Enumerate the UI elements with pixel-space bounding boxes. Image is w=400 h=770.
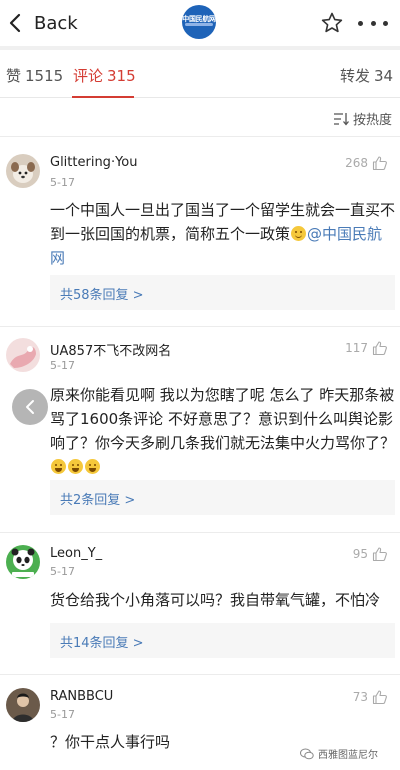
username[interactable]: Glittering·You	[50, 155, 137, 170]
tab-reposts-count: 34	[374, 67, 394, 85]
wechat-icon	[300, 748, 314, 759]
sort-button[interactable]: 按热度	[333, 109, 392, 128]
tab-comments-count: 315	[107, 67, 136, 85]
username[interactable]: RANBBCU	[50, 689, 113, 704]
thumbs-up-icon	[372, 690, 387, 705]
like-button[interactable]: 117	[345, 340, 388, 356]
replies-button[interactable]: 共58条回复 >	[50, 275, 395, 310]
tab-comments-label: 评论	[73, 67, 104, 85]
sort-label: 按热度	[353, 113, 393, 128]
comment-date: 5-17	[50, 708, 75, 721]
laugh-cry-emoji-icon	[85, 459, 100, 474]
comment-text: 一个中国人一旦出了国当了一个留学生就会一直买不到一张回国的机票，简称五个一政策 @…	[50, 198, 395, 270]
like-button[interactable]: 95	[353, 546, 388, 562]
tab-bar: 赞 1515 评论 315 转发 34	[0, 50, 400, 98]
divider	[0, 326, 400, 327]
replies-label: 共2条回复 >	[60, 493, 136, 508]
more-icon[interactable]	[358, 16, 388, 30]
avatar-image	[6, 688, 40, 722]
back-label: Back	[34, 12, 78, 34]
logo-band	[185, 23, 213, 26]
like-count: 95	[352, 547, 368, 561]
tab-comments[interactable]: 评论 315	[73, 65, 136, 86]
avatar[interactable]	[6, 338, 40, 372]
thumbs-up-icon	[372, 156, 387, 171]
like-button[interactable]: 73	[353, 689, 388, 705]
like-count: 268	[345, 156, 368, 170]
smile-emoji-icon	[291, 226, 307, 241]
like-count: 117	[345, 341, 368, 355]
like-button[interactable]: 268	[345, 155, 388, 171]
replies-label: 共58条回复 >	[60, 288, 144, 303]
avatar[interactable]	[6, 688, 40, 722]
chevron-left-icon	[26, 400, 34, 414]
replies-button[interactable]: 共2条回复 >	[50, 480, 395, 515]
comment-body: 原来你能看见啊 我以为您瞎了呢 怎么了 昨天那条被骂了1600条评论 不好意思了…	[50, 386, 396, 452]
avatar-dog-image	[6, 154, 40, 188]
sort-icon	[334, 112, 349, 126]
top-bar: Back 中国民航网	[0, 0, 400, 46]
replies-button[interactable]: 共14条回复 >	[50, 623, 395, 658]
tab-reposts[interactable]: 转发 34	[340, 65, 393, 86]
laugh-cry-emoji-icon	[51, 459, 66, 474]
account-logo[interactable]: 中国民航网	[182, 5, 216, 39]
username[interactable]: Leon_Y_	[50, 546, 102, 561]
comment-date: 5-17	[50, 359, 75, 372]
avatar[interactable]	[6, 545, 40, 579]
watermark-text: 西雅图蓝尼尔	[318, 750, 378, 761]
tab-likes-label: 赞	[6, 67, 22, 85]
tab-reposts-label: 转发	[340, 67, 371, 85]
avatar[interactable]	[6, 154, 40, 188]
tab-likes-count: 1515	[25, 67, 64, 85]
avatar-image	[6, 338, 40, 372]
active-tab-indicator	[72, 96, 134, 98]
comment-date: 5-17	[50, 176, 75, 189]
star-icon[interactable]	[320, 11, 344, 35]
like-count: 73	[352, 690, 368, 704]
laugh-cry-emoji-icon	[68, 459, 83, 474]
floating-back-button[interactable]	[12, 389, 48, 425]
tab-likes[interactable]: 赞 1515	[6, 65, 63, 86]
divider	[0, 136, 400, 137]
comment-text: 原来你能看见啊 我以为您瞎了呢 怎么了 昨天那条被骂了1600条评论 不好意思了…	[50, 383, 395, 479]
watermark: 西雅图蓝尼尔	[300, 746, 378, 761]
divider	[0, 532, 400, 533]
chevron-left-icon	[9, 13, 21, 33]
thumbs-up-icon	[372, 547, 387, 562]
comment-text: 货仓给我个小角落可以吗？我自带氧气罐，不怕冷	[50, 591, 381, 609]
back-button[interactable]: Back	[8, 9, 78, 37]
avatar-panda-image	[6, 545, 40, 579]
username[interactable]: UA857不飞不改网名	[50, 340, 171, 359]
thumbs-up-icon	[372, 341, 387, 356]
replies-label: 共14条回复 >	[60, 636, 144, 651]
comment-date: 5-17	[50, 565, 75, 578]
divider	[0, 674, 400, 675]
